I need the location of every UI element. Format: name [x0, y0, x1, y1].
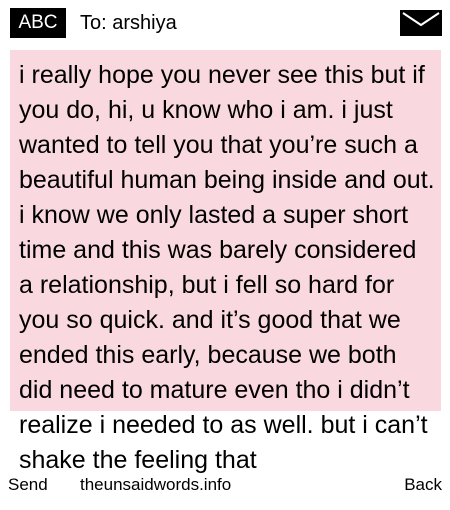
header-bar: ABC To: arshiya — [0, 0, 450, 46]
message-area[interactable]: i really hope you never see this but if … — [10, 50, 441, 510]
envelope-icon — [400, 10, 442, 36]
send-button[interactable]: Send — [8, 475, 48, 495]
input-mode-badge[interactable]: ABC — [10, 8, 66, 38]
message-body[interactable]: i really hope you never see this but if … — [19, 58, 435, 478]
softkey-bar: Send theunsaidwords.info Back — [0, 468, 450, 500]
recipient-label[interactable]: To: arshiya — [80, 10, 177, 36]
back-button[interactable]: Back — [404, 475, 442, 495]
site-watermark: theunsaidwords.info — [80, 475, 232, 494]
